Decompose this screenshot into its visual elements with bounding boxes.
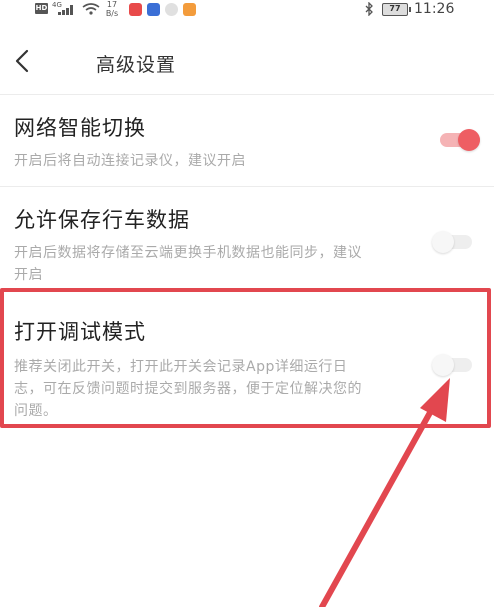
network-speed: 17 B/s: [105, 0, 119, 18]
app-notification-icon: [165, 3, 178, 16]
status-bar: HD 4G 17 B/s 77 11:26: [0, 0, 494, 22]
video-app-icon: [183, 3, 196, 16]
setting-network-switch: 网络智能切换 开启后将自动连接记录仪，建议开启: [0, 95, 494, 185]
setting-title: 允许保存行车数据: [14, 208, 190, 232]
setting-title: 网络智能切换: [14, 116, 146, 140]
clock: 11:26: [414, 1, 455, 17]
back-arrow-icon[interactable]: [12, 48, 32, 74]
wifi-icon: [82, 3, 100, 15]
save-driving-data-toggle[interactable]: [432, 231, 472, 253]
network-switch-toggle[interactable]: [440, 129, 480, 151]
battery-icon: 77: [382, 3, 411, 16]
setting-description: 开启后将自动连接记录仪，建议开启: [14, 153, 246, 169]
app-notification-icon: [129, 3, 142, 16]
signal-icon: [58, 4, 76, 15]
setting-description: 开启后数据将存储至云端更换手机数据也能同步，建议开启: [14, 245, 362, 283]
app-notification-icon: [147, 3, 160, 16]
header: 高级设置: [0, 36, 494, 88]
hd-icon: HD: [35, 3, 48, 14]
page-title: 高级设置: [96, 54, 177, 76]
bluetooth-icon: [365, 2, 373, 16]
setting-save-driving-data: 允许保存行车数据 开启后数据将存储至云端更换手机数据也能同步，建议开启: [0, 187, 494, 287]
highlight-box: [0, 288, 491, 428]
screen: HD 4G 17 B/s 77 11:26 高级设置 网络智能切换 开启后将自动…: [0, 0, 494, 607]
